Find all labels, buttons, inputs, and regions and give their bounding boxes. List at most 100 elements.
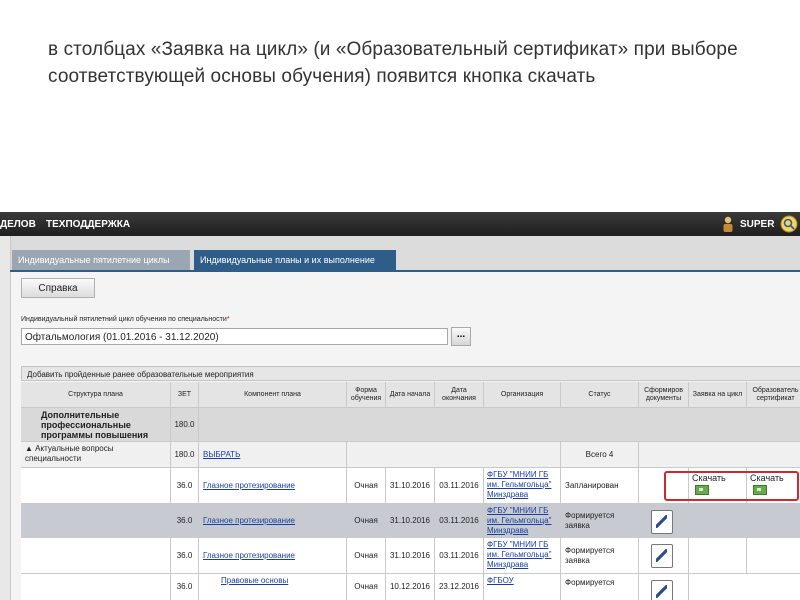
start-date-cell: 31.10.2016 xyxy=(386,538,435,574)
empty-cell xyxy=(347,442,561,468)
column-header: Дата окончания xyxy=(435,382,484,408)
structure-text: Актуальные вопросы специальности xyxy=(25,444,114,463)
nav-item-support[interactable]: ТЕХПОДДЕРЖКА xyxy=(46,219,130,230)
component-link[interactable]: Глазное протезирование xyxy=(203,551,295,560)
certificate-cell xyxy=(747,504,800,538)
documents-cell xyxy=(639,504,689,538)
cycle-select[interactable]: Офтальмология (01.01.2016 - 31.12.2020) xyxy=(21,328,448,345)
component-cell: Правовые основы xyxy=(199,574,347,600)
status-cell: Формируется заявка xyxy=(561,504,639,538)
zet-cell: 180.0 xyxy=(171,442,199,468)
user-avatar-icon xyxy=(723,216,733,232)
help-button[interactable]: Справка xyxy=(21,278,95,298)
table-row-group: Дополнительные профессиональные программ… xyxy=(21,408,800,442)
column-header: Сформиров документы xyxy=(639,382,689,408)
column-header: Компонент плана xyxy=(199,382,347,408)
documents-cell xyxy=(639,574,689,600)
application-cell xyxy=(689,538,747,574)
download-highlight-frame xyxy=(664,471,799,501)
empty-cell xyxy=(689,574,800,600)
cycle-field-label: Индивидуальный пятилетний цикл обучения … xyxy=(21,316,230,323)
add-past-events-bar[interactable]: Добавить пройденные ранее образовательны… xyxy=(21,366,800,381)
documents-cell xyxy=(639,538,689,574)
status-cell: Всего 4 xyxy=(561,442,639,468)
cycle-picker-button[interactable]: ... xyxy=(451,327,471,346)
end-date-cell: 03.11.2016 xyxy=(435,538,484,574)
form-cell: Очная xyxy=(347,468,386,504)
column-header: Структура плана xyxy=(21,382,171,408)
column-header: Статус xyxy=(561,382,639,408)
content-panel: Справка Индивидуальный пятилетний цикл о… xyxy=(10,272,800,600)
structure-cell xyxy=(21,538,171,574)
end-date-cell: 03.11.2016 xyxy=(435,504,484,538)
component-link[interactable]: Глазное протезирование xyxy=(203,481,295,490)
zet-cell: 180.0 xyxy=(171,408,199,442)
organization-link[interactable]: ФГБУ "МНИИ ГБ им. Гельмгольца" Минздрава xyxy=(487,540,551,569)
table-row: 36.0 Правовые основы Очная 10.12.2016 23… xyxy=(21,574,800,600)
edit-document-icon[interactable] xyxy=(651,580,673,600)
status-cell: Запланирован xyxy=(561,468,639,504)
component-cell: ВЫБРАТЬ xyxy=(199,442,347,468)
component-cell: Глазное протезирование xyxy=(199,504,347,538)
column-header: Образователь сертификат xyxy=(747,382,800,408)
organization-cell: ФГБУ "МНИИ ГБ им. Гельмгольца" Минздрава xyxy=(484,538,561,574)
organization-cell: ФГБУ "МНИИ ГБ им. Гельмгольца" Минздрава xyxy=(484,468,561,504)
component-cell: Глазное протезирование xyxy=(199,538,347,574)
nav-item-sections[interactable]: ДЕЛОВ xyxy=(0,219,36,230)
zet-cell: 36.0 xyxy=(171,504,199,538)
tab-bar: Индивидуальные пятилетние циклы Индивиду… xyxy=(10,248,800,272)
structure-cell xyxy=(21,574,171,600)
organization-link[interactable]: ФГБУ "МНИИ ГБ им. Гельмгольца" Минздрава xyxy=(487,506,551,535)
column-header: Организация xyxy=(484,382,561,408)
column-header: Заявка на цикл xyxy=(689,382,747,408)
organization-cell: ФГБУ "МНИИ ГБ им. Гельмгольца" Минздрава xyxy=(484,504,561,538)
table-row: 36.0 Глазное протезирование Очная 31.10.… xyxy=(21,504,800,538)
end-date-cell: 03.11.2016 xyxy=(435,468,484,504)
required-mark: * xyxy=(226,316,230,323)
gear-icon[interactable] xyxy=(780,215,798,233)
slide-caption: в столбцах «Заявка на цикл» (и «Образова… xyxy=(48,39,738,87)
tab-individual-plans[interactable]: Индивидуальные планы и их выполнение xyxy=(194,250,396,270)
zet-cell: 36.0 xyxy=(171,538,199,574)
edit-document-icon[interactable] xyxy=(651,510,673,534)
application-cell xyxy=(689,504,747,538)
cycle-field-label-text: Индивидуальный пятилетний цикл обучения … xyxy=(21,316,227,323)
end-date-cell: 23.12.2016 xyxy=(435,574,484,600)
start-date-cell: 31.10.2016 xyxy=(386,504,435,538)
form-cell: Очная xyxy=(347,538,386,574)
column-header: Форма обучения xyxy=(347,382,386,408)
table-row: 36.0 Глазное протезирование Очная 31.10.… xyxy=(21,538,800,574)
form-cell: Очная xyxy=(347,574,386,600)
table-header: Структура плана ЗЕТ Компонент плана Форм… xyxy=(21,382,800,408)
table-row-section: ▲ Актуальные вопросы специальности 180.0… xyxy=(21,442,800,468)
structure-cell xyxy=(21,504,171,538)
start-date-cell: 10.12.2016 xyxy=(386,574,435,600)
collapse-triangle-icon[interactable]: ▲ xyxy=(25,444,33,453)
form-cell: Очная xyxy=(347,504,386,538)
component-link[interactable]: Глазное протезирование xyxy=(203,516,295,525)
top-navigation-bar: ДЕЛОВ ТЕХПОДДЕРЖКА SUPER xyxy=(0,212,800,236)
component-link[interactable]: Правовые основы xyxy=(221,576,288,585)
structure-cell xyxy=(21,468,171,504)
tab-five-year-cycles[interactable]: Индивидуальные пятилетние циклы xyxy=(12,250,190,270)
certificate-cell xyxy=(747,538,800,574)
status-cell: Формируется заявка xyxy=(561,538,639,574)
column-header: ЗЕТ xyxy=(171,382,199,408)
structure-cell: Дополнительные профессиональные программ… xyxy=(21,408,171,442)
empty-cell xyxy=(199,408,800,442)
edit-document-icon[interactable] xyxy=(651,544,673,568)
empty-cell xyxy=(639,442,800,468)
choose-link[interactable]: ВЫБРАТЬ xyxy=(203,450,240,459)
organization-cell: ФГБОУ xyxy=(484,574,561,600)
organization-link[interactable]: ФГБУ "МНИИ ГБ им. Гельмгольца" Минздрава xyxy=(487,470,551,499)
component-cell: Глазное протезирование xyxy=(199,468,347,504)
structure-cell: ▲ Актуальные вопросы специальности xyxy=(21,442,171,468)
status-cell: Формируется xyxy=(561,574,639,600)
zet-cell: 36.0 xyxy=(171,574,199,600)
column-header: Дата начала xyxy=(386,382,435,408)
app-window: ДЕЛОВ ТЕХПОДДЕРЖКА SUPER Индивидуальные … xyxy=(0,212,800,600)
zet-cell: 36.0 xyxy=(171,468,199,504)
user-name[interactable]: SUPER xyxy=(740,219,774,230)
start-date-cell: 31.10.2016 xyxy=(386,468,435,504)
organization-link[interactable]: ФГБОУ xyxy=(487,576,514,585)
